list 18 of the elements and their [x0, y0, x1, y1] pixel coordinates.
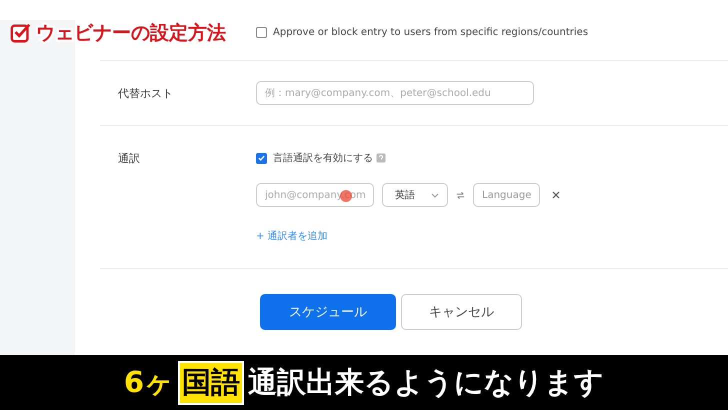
video-title: ウェビナーの設定方法	[36, 21, 226, 46]
checkbox[interactable]	[256, 26, 267, 38]
checkbox-label: Approve or block entry to users from specific regions/countries	[273, 26, 588, 38]
swap-icon[interactable]	[456, 190, 465, 200]
checkbox-label: 言語通訳を有効にする	[273, 152, 373, 165]
caption: 6ヶ 国語 通訳出来るようになります	[124, 360, 604, 404]
field-label: 代替ホスト	[118, 86, 174, 100]
chevron-icon	[431, 192, 439, 198]
cancel-button[interactable]: キャンセル	[401, 294, 522, 330]
schedule-button[interactable]: スケジュール	[260, 294, 396, 330]
add-link[interactable]: + 通訳者を追加	[256, 229, 328, 243]
language-select[interactable]: 英語	[382, 183, 448, 207]
close-icon[interactable]	[552, 191, 560, 199]
input-field[interactable]: 例：mary@company.com、peter@school.edu	[256, 81, 534, 105]
field-label: 通訳	[118, 151, 141, 166]
language-select[interactable]: Language	[473, 183, 540, 207]
checkbox[interactable]	[256, 152, 267, 164]
checkbox-icon	[10, 22, 32, 44]
